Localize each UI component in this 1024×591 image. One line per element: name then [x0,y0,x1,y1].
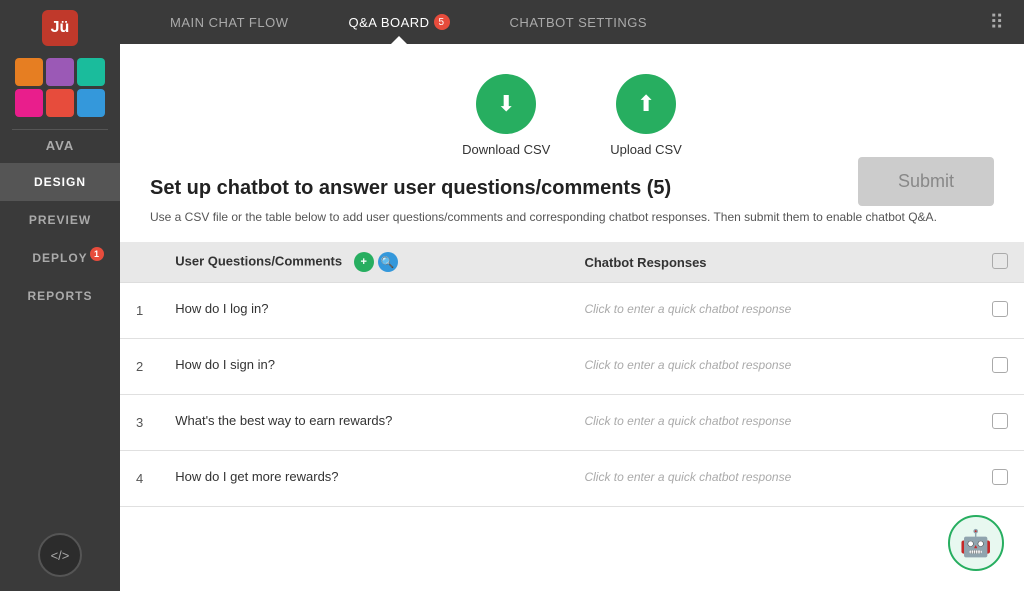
row-response[interactable]: Click to enter a quick chatbot response [568,395,976,451]
row-number: 1 [120,283,159,339]
topnav-label: Q&A BOARD [348,15,429,30]
more-options-icon[interactable]: ⠿ [989,10,1004,35]
content-area: ⬇ Download CSV ⬆ Upload CSV Submit Set u… [120,44,1024,591]
row-response[interactable]: Click to enter a quick chatbot response [568,339,976,395]
avatar [46,89,74,117]
row-question: What's the best way to earn rewards? [159,395,568,451]
user-name: AVA [46,138,75,153]
col-responses: Chatbot Responses [568,242,976,283]
download-csv-button[interactable]: ⬇ Download CSV [462,74,550,157]
row-question: How do I log in? [159,283,568,339]
logo-text: Jü [51,19,70,37]
upload-icon: ⬆ [616,74,676,134]
qa-board-badge: 5 [434,14,450,30]
instructions-text: Use a CSV file or the table below to add… [150,208,994,226]
upload-csv-button[interactable]: ⬆ Upload CSV [610,74,682,157]
topnav-chatbot-settings[interactable]: CHATBOT SETTINGS [480,0,678,44]
main-panel: MAIN CHAT FLOW Q&A BOARD 5 CHATBOT SETTI… [120,0,1024,591]
table-row: 4 How do I get more rewards? Click to en… [120,451,1024,507]
topnav-main-chat-flow[interactable]: MAIN CHAT FLOW [140,0,318,44]
download-icon: ⬇ [476,74,536,134]
row-response[interactable]: Click to enter a quick chatbot response [568,451,976,507]
table-row: 1 How do I log in? Click to enter a quic… [120,283,1024,339]
deploy-badge: 1 [90,247,104,261]
app-logo[interactable]: Jü [42,10,78,46]
sidebar-nav: DESIGN PREVIEW DEPLOY 1 REPORTS [0,163,120,315]
row-number: 4 [120,451,159,507]
row-select-checkbox[interactable] [992,301,1008,317]
table-header-row: User Questions/Comments + 🔍 Chatbot Resp… [120,242,1024,283]
topnav: MAIN CHAT FLOW Q&A BOARD 5 CHATBOT SETTI… [120,0,1024,44]
row-checkbox-cell[interactable] [976,395,1024,451]
sidebar-item-reports[interactable]: REPORTS [0,277,120,315]
row-checkbox-cell[interactable] [976,451,1024,507]
chatbot-avatar[interactable]: 🤖 [948,515,1004,571]
avatar [77,58,105,86]
topnav-qa-board[interactable]: Q&A BOARD 5 [318,0,479,44]
row-question: How do I get more rewards? [159,451,568,507]
qa-table: User Questions/Comments + 🔍 Chatbot Resp… [120,242,1024,507]
row-select-checkbox[interactable] [992,357,1008,373]
code-icon: </> [51,548,70,563]
topnav-label: CHATBOT SETTINGS [510,15,648,30]
avatar [15,89,43,117]
row-response[interactable]: Click to enter a quick chatbot response [568,283,976,339]
row-select-checkbox[interactable] [992,469,1008,485]
submit-button[interactable]: Submit [858,157,994,206]
row-question: How do I sign in? [159,339,568,395]
sidebar-item-preview[interactable]: PREVIEW [0,201,120,239]
sidebar: Jü AVA DESIGN PREVIEW DEPLOY 1 REPORTS <… [0,0,120,591]
add-question-button[interactable]: + [354,252,374,272]
avatar-grid [15,52,105,125]
sidebar-item-design[interactable]: DESIGN [0,163,120,201]
table-row: 3 What's the best way to earn rewards? C… [120,395,1024,451]
question-actions: + 🔍 [354,252,398,272]
table-row: 2 How do I sign in? Click to enter a qui… [120,339,1024,395]
download-csv-label: Download CSV [462,142,550,157]
row-number: 3 [120,395,159,451]
col-select-all[interactable] [976,242,1024,283]
col-number [120,242,159,283]
upload-csv-label: Upload CSV [610,142,682,157]
code-button[interactable]: </> [38,533,82,577]
sidebar-item-deploy[interactable]: DEPLOY 1 [0,239,120,277]
avatar [15,58,43,86]
logo-area: Jü [0,0,120,52]
row-checkbox-cell[interactable] [976,283,1024,339]
col-questions: User Questions/Comments + 🔍 [159,242,568,283]
row-select-checkbox[interactable] [992,413,1008,429]
instructions-section: Submit Set up chatbot to answer user que… [120,177,1024,242]
divider [12,129,108,130]
row-checkbox-cell[interactable] [976,339,1024,395]
avatar [77,89,105,117]
row-number: 2 [120,339,159,395]
select-all-checkbox[interactable] [992,253,1008,269]
search-question-button[interactable]: 🔍 [378,252,398,272]
avatar [46,58,74,86]
topnav-label: MAIN CHAT FLOW [170,15,288,30]
